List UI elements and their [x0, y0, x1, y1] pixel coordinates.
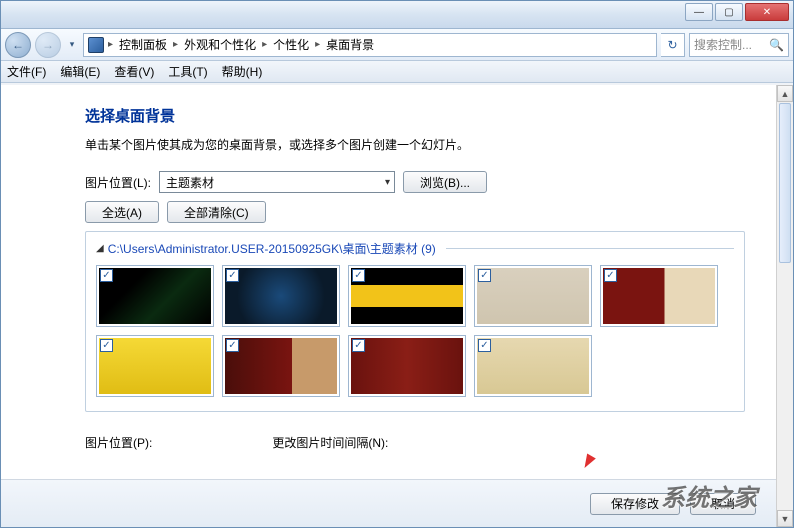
thumb-checkbox[interactable]: ✓ — [478, 269, 491, 282]
wallpaper-thumb[interactable]: ✓ — [474, 335, 592, 397]
collapse-icon: ◢ — [96, 243, 104, 254]
close-button[interactable]: ✕ — [745, 3, 789, 21]
location-select[interactable]: 主题素材 ▾ — [159, 171, 395, 193]
thumb-checkbox[interactable]: ✓ — [226, 339, 239, 352]
nav-bar: ← → ▾ ▸ 控制面板 ▸ 外观和个性化 ▸ 个性化 ▸ 桌面背景 ↻ 搜索控… — [1, 29, 793, 61]
thumb-image — [225, 268, 337, 324]
location-row: 图片位置(L): 主题素材 ▾ 浏览(B)... — [85, 171, 754, 193]
page-title: 选择桌面背景 — [85, 105, 754, 126]
titlebar: — ▢ ✕ — [1, 1, 793, 29]
group-divider — [446, 248, 734, 249]
address-bar[interactable]: ▸ 控制面板 ▸ 外观和个性化 ▸ 个性化 ▸ 桌面背景 — [83, 33, 657, 57]
menu-view[interactable]: 查看(V) — [114, 63, 154, 80]
crumb-appearance[interactable]: 外观和个性化 — [182, 36, 258, 53]
crumb-sep: ▸ — [313, 39, 322, 50]
thumbnails-grid: ✓ ✓ ✓ ✓ ✓ ✓ ✓ ✓ ✓ — [96, 265, 734, 397]
scroll-thumb[interactable] — [779, 103, 791, 263]
maximize-button[interactable]: ▢ — [715, 3, 743, 21]
history-dropdown[interactable]: ▾ — [65, 32, 79, 58]
window: — ▢ ✕ ← → ▾ ▸ 控制面板 ▸ 外观和个性化 ▸ 个性化 ▸ 桌面背景… — [0, 0, 794, 528]
location-icon — [88, 37, 104, 53]
crumb-sep: ▸ — [171, 39, 180, 50]
wallpaper-thumb[interactable]: ✓ — [222, 265, 340, 327]
position-label: 图片位置(P): — [85, 434, 152, 451]
thumb-checkbox[interactable]: ✓ — [352, 269, 365, 282]
thumb-image — [351, 338, 463, 394]
forward-button[interactable]: → — [35, 32, 61, 58]
thumb-image — [351, 268, 463, 324]
group-header[interactable]: ◢ C:\Users\Administrator.USER-20150925GK… — [96, 240, 734, 257]
thumb-checkbox[interactable]: ✓ — [100, 339, 113, 352]
page-description: 单击某个图片使其成为您的桌面背景，或选择多个图片创建一个幻灯片。 — [85, 136, 754, 153]
wallpaper-thumb[interactable]: ✓ — [348, 335, 466, 397]
location-label: 图片位置(L): — [85, 174, 151, 191]
content-area: 选择桌面背景 单击某个图片使其成为您的桌面背景，或选择多个图片创建一个幻灯片。 … — [1, 85, 793, 527]
crumb-sep: ▸ — [106, 39, 115, 50]
refresh-button[interactable]: ↻ — [661, 33, 685, 57]
crumb-personalize[interactable]: 个性化 — [271, 36, 311, 53]
search-placeholder: 搜索控制... — [694, 36, 752, 53]
thumb-image — [99, 268, 211, 324]
save-button[interactable]: 保存修改 — [590, 493, 680, 515]
select-all-button[interactable]: 全选(A) — [85, 201, 159, 223]
wallpaper-thumb[interactable]: ✓ — [96, 335, 214, 397]
browse-button[interactable]: 浏览(B)... — [403, 171, 487, 193]
footer-bar: 保存修改 取消 — [1, 479, 776, 527]
wallpaper-thumb[interactable]: ✓ — [96, 265, 214, 327]
menu-help[interactable]: 帮助(H) — [222, 63, 263, 80]
minimize-button[interactable]: — — [685, 3, 713, 21]
chevron-down-icon: ▾ — [385, 177, 390, 188]
location-value: 主题素材 — [166, 174, 214, 191]
menu-file[interactable]: 文件(F) — [7, 63, 46, 80]
clear-all-button[interactable]: 全部清除(C) — [167, 201, 266, 223]
thumb-checkbox[interactable]: ✓ — [352, 339, 365, 352]
wallpaper-thumb[interactable]: ✓ — [348, 265, 466, 327]
crumb-desktop-bg[interactable]: 桌面背景 — [324, 36, 376, 53]
thumb-image — [99, 338, 211, 394]
wallpaper-thumb[interactable]: ✓ — [474, 265, 592, 327]
select-row: 全选(A) 全部清除(C) — [85, 201, 754, 223]
thumb-image — [477, 338, 589, 394]
cancel-button[interactable]: 取消 — [690, 493, 756, 515]
thumb-checkbox[interactable]: ✓ — [478, 339, 491, 352]
thumb-checkbox[interactable]: ✓ — [100, 269, 113, 282]
thumb-image — [225, 338, 337, 394]
back-button[interactable]: ← — [5, 32, 31, 58]
scroll-up-button[interactable]: ▲ — [777, 85, 793, 102]
thumb-checkbox[interactable]: ✓ — [226, 269, 239, 282]
wallpaper-thumb[interactable]: ✓ — [600, 265, 718, 327]
interval-label: 更改图片时间间隔(N): — [272, 434, 388, 451]
wallpaper-thumb[interactable]: ✓ — [222, 335, 340, 397]
menu-tools[interactable]: 工具(T) — [168, 63, 207, 80]
menu-edit[interactable]: 编辑(E) — [60, 63, 100, 80]
search-icon: 🔍 — [769, 38, 784, 52]
vertical-scrollbar[interactable]: ▲ ▼ — [776, 85, 793, 527]
options-row: 图片位置(P): 更改图片时间间隔(N): — [85, 434, 754, 451]
thumb-checkbox[interactable]: ✓ — [604, 269, 617, 282]
crumb-sep: ▸ — [260, 39, 269, 50]
search-input[interactable]: 搜索控制... 🔍 — [689, 33, 789, 57]
scroll-down-button[interactable]: ▼ — [777, 510, 793, 527]
group-path: C:\Users\Administrator.USER-20150925GK\桌… — [108, 240, 436, 257]
menu-bar: 文件(F) 编辑(E) 查看(V) 工具(T) 帮助(H) — [1, 61, 793, 83]
thumbnails-group: ◢ C:\Users\Administrator.USER-20150925GK… — [85, 231, 745, 412]
content-inner: 选择桌面背景 单击某个图片使其成为您的桌面背景，或选择多个图片创建一个幻灯片。 … — [1, 85, 776, 479]
crumb-control-panel[interactable]: 控制面板 — [117, 36, 169, 53]
thumb-image — [477, 268, 589, 324]
thumb-image — [603, 268, 715, 324]
